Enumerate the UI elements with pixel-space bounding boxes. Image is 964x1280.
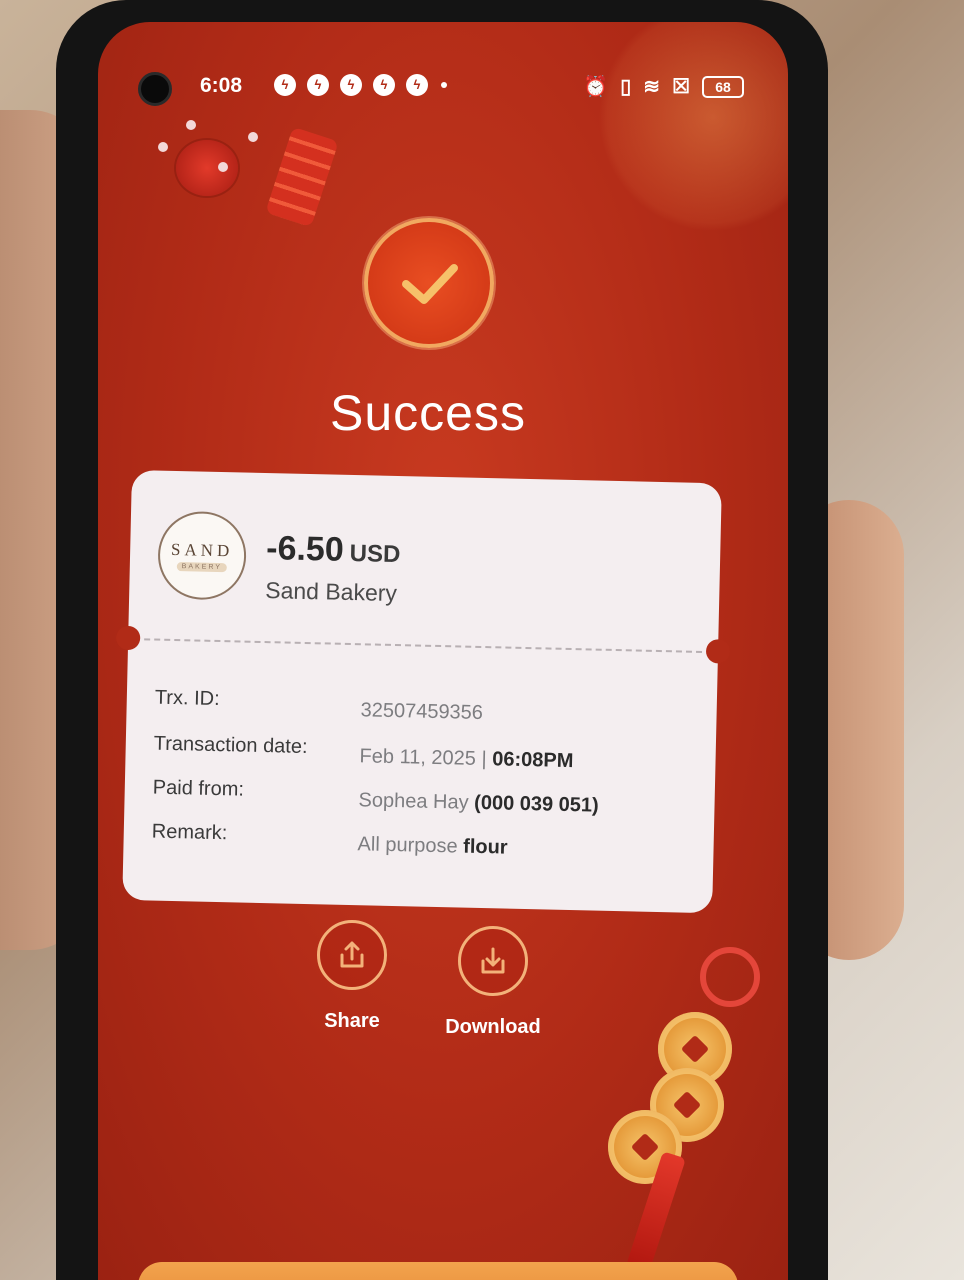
trx-id-label: Trx. ID: [154,686,220,711]
amount-value: -6.50 [265,529,345,569]
ticket-notch-right [705,639,731,664]
status-time: 6:08 [200,74,243,97]
decor-blossom [186,120,196,130]
decor-knot [700,947,760,1007]
transaction-amount: -6.50 USD [266,529,401,571]
trx-id-value[interactable]: 32507459356 [360,699,483,725]
receipt-card: SAND BAKERY -6.50 USD Sand Bakery Trx. ID… [115,470,731,914]
logo-sub-text: BAKERY [176,561,228,572]
app-screen: 6:08 ϟ ϟ ϟ ϟ ϟ ⏰ ▯ ≋ ☒ 68 Success SAND B… [98,22,788,1280]
download-button[interactable]: Download [418,926,568,1039]
transaction-date-value: Feb 11, 2025 | 06:08PM [359,745,573,773]
remark-text-bold: flour [462,835,508,859]
alarm-icon: ⏰ [583,76,609,98]
decor-blossom [218,162,228,172]
decor-lantern [176,140,238,196]
messenger-icon: ϟ [340,74,362,96]
remark-value: All purpose flour [357,833,508,859]
remark-text: All purpose [357,833,464,858]
decor-blossom [158,142,168,152]
paid-from-account: (000 039 051) [473,791,599,817]
front-camera [138,72,172,106]
merchant-logo: SAND BAKERY [157,510,248,601]
status-bar: 6:08 ϟ ϟ ϟ ϟ ϟ ⏰ ▯ ≋ ☒ 68 [98,22,788,106]
remark-label: Remark: [151,820,228,845]
success-check-badge [364,218,494,348]
share-button[interactable]: Share [302,920,402,1033]
paid-from-name: Sophea Hay [358,789,475,814]
notification-icons: ϟ ϟ ϟ ϟ ϟ [274,74,428,96]
transaction-date-time: 06:08PM [491,748,574,773]
messenger-icon: ϟ [307,74,329,96]
paid-from-value: Sophea Hay (000 039 051) [358,789,599,817]
share-icon [340,941,364,968]
more-notifications-dot [441,82,447,88]
phone-frame: 6:08 ϟ ϟ ϟ ϟ ϟ ⏰ ▯ ≋ ☒ 68 Success SAND B… [56,0,828,1280]
paid-from-label: Paid from: [152,776,245,801]
merchant-name: Sand Bakery [265,577,398,607]
transaction-date-label: Transaction date: [153,732,308,759]
share-icon-circle[interactable] [317,920,387,990]
logo-main-text: SAND [170,539,234,560]
messenger-icon: ϟ [406,74,428,96]
check-icon [402,264,458,304]
decor-firecracker [265,126,339,228]
transaction-date-day: Feb 11, 2025 | [359,745,493,771]
wifi-icon: ≋ [643,76,661,98]
page-title: Success [330,385,526,441]
no-sim-icon: ☒ [672,76,690,98]
ticket-notch-left [115,625,141,651]
share-label[interactable]: Share [324,1010,380,1032]
ticket-divider [144,638,703,653]
messenger-icon: ϟ [274,74,296,96]
battery-icon: 68 [702,75,744,98]
download-icon [481,947,505,974]
messenger-icon: ϟ [373,74,395,96]
download-icon-circle[interactable] [458,926,528,996]
download-label[interactable]: Download [445,1016,541,1038]
system-icons: ⏰ ▯ ≋ ☒ 68 [583,74,744,99]
trx-id-number: 32507459356 [360,699,484,725]
decor-blossom [248,132,258,142]
amount-currency: USD [349,539,401,569]
bottom-action-bar[interactable] [138,1262,738,1280]
vibrate-icon: ▯ [620,76,632,98]
